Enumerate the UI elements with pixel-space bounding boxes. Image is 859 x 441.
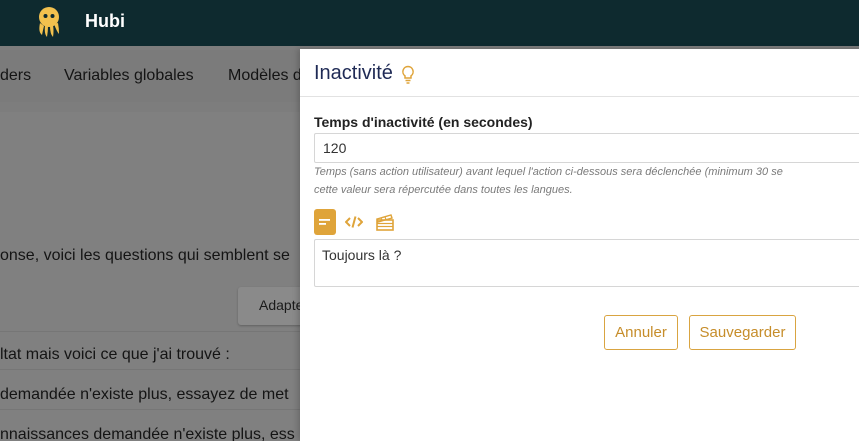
inactivity-time-input[interactable] [314,133,859,163]
nav-item-global-variables[interactable]: Variables globales [64,67,194,85]
modal-header: Inactivité [300,49,859,97]
tab-media[interactable] [374,209,396,235]
app-header: Hubi [0,0,859,46]
octopus-logo[interactable] [36,6,62,38]
inactivity-time-label: Temps d'inactivité (en secondes) [314,114,533,130]
adapt-button[interactable]: Adapte [238,287,308,325]
divider [0,409,300,410]
app-title: Hubi [85,11,125,31]
help-text-line: Temps (sans action utilisateur) avant le… [314,166,783,178]
tab-text[interactable] [314,209,336,235]
modal-title: Inactivité [314,62,393,84]
background-text: onse, voici les questions qui semblent s… [0,247,290,264]
lightbulb-icon[interactable] [401,65,415,85]
code-icon [345,216,363,228]
nav-item-partial[interactable]: ders [0,67,31,85]
background-text: ltat mais voici ce que j'ai trouvé : [0,346,230,363]
save-button[interactable]: Sauvegarder [689,315,796,350]
text-lines-icon [319,219,330,225]
tab-code[interactable] [343,209,365,235]
cancel-button[interactable]: Annuler [604,315,678,350]
background-text: demandée n'existe plus, essayez de met [0,386,289,403]
inactivity-modal: Inactivité Temps d'inactivité (en second… [300,49,859,441]
background-text: nnaissances demandée n'existe plus, ess [0,426,295,441]
divider [0,331,300,332]
nav-item-models[interactable]: Modèles d [228,67,302,85]
help-text-line: cette valeur sera répercutée dans toutes… [314,184,573,196]
clapperboard-icon [376,214,394,231]
help-text: Temps (sans action utilisateur) avant le… [314,163,859,199]
message-textarea[interactable]: Toujours là ? [314,239,859,287]
divider [0,369,300,370]
